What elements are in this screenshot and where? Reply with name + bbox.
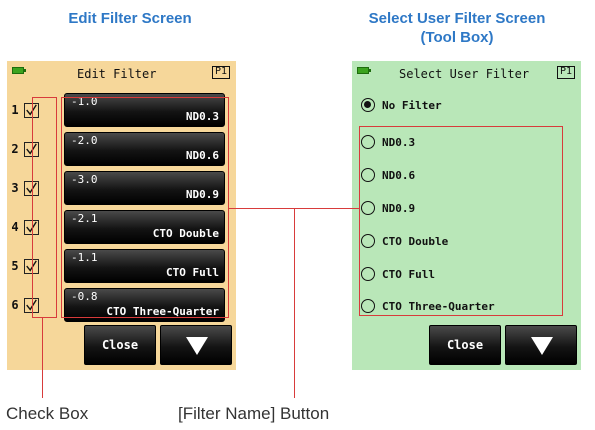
scroll-down-button[interactable]: [160, 325, 232, 365]
filter-name-button-caption: [Filter Name] Button: [178, 404, 330, 423]
filter-name-highlight: [61, 97, 229, 318]
battery-icon: [357, 67, 371, 74]
down-arrow-icon: [186, 337, 208, 355]
row-number: 2: [11, 142, 19, 156]
row-number: 1: [11, 103, 19, 117]
screen-title: Select User Filter: [399, 67, 530, 81]
page-badge[interactable]: P1: [212, 66, 230, 79]
heading-line-2: (Tool Box): [420, 29, 494, 46]
close-button[interactable]: Close: [429, 325, 501, 365]
row-number: 5: [11, 259, 19, 273]
battery-icon: [12, 67, 26, 74]
down-arrow-icon: [531, 337, 553, 355]
edit-filter-screen-heading: Edit Filter Screen: [68, 10, 192, 27]
row-number: 3: [11, 181, 19, 195]
check-box-highlight: [32, 97, 57, 318]
row-number: 4: [11, 220, 19, 234]
filter-list-highlight: [359, 126, 563, 316]
connector-line: [294, 208, 296, 398]
screen-title: Edit Filter: [77, 67, 157, 81]
page-badge[interactable]: P1: [557, 66, 575, 79]
connector-line: [42, 318, 44, 398]
check-box-caption: Check Box: [6, 404, 89, 423]
row-number: 6: [11, 298, 19, 312]
select-user-filter-screen-heading: Select User Filter Screen (Tool Box): [322, 9, 592, 47]
scroll-down-button[interactable]: [505, 325, 577, 365]
filter-option-label[interactable]: No Filter: [382, 99, 442, 112]
close-button[interactable]: Close: [84, 325, 156, 365]
heading-line-1: Select User Filter Screen: [368, 10, 546, 27]
filter-radio-button[interactable]: [361, 98, 375, 112]
